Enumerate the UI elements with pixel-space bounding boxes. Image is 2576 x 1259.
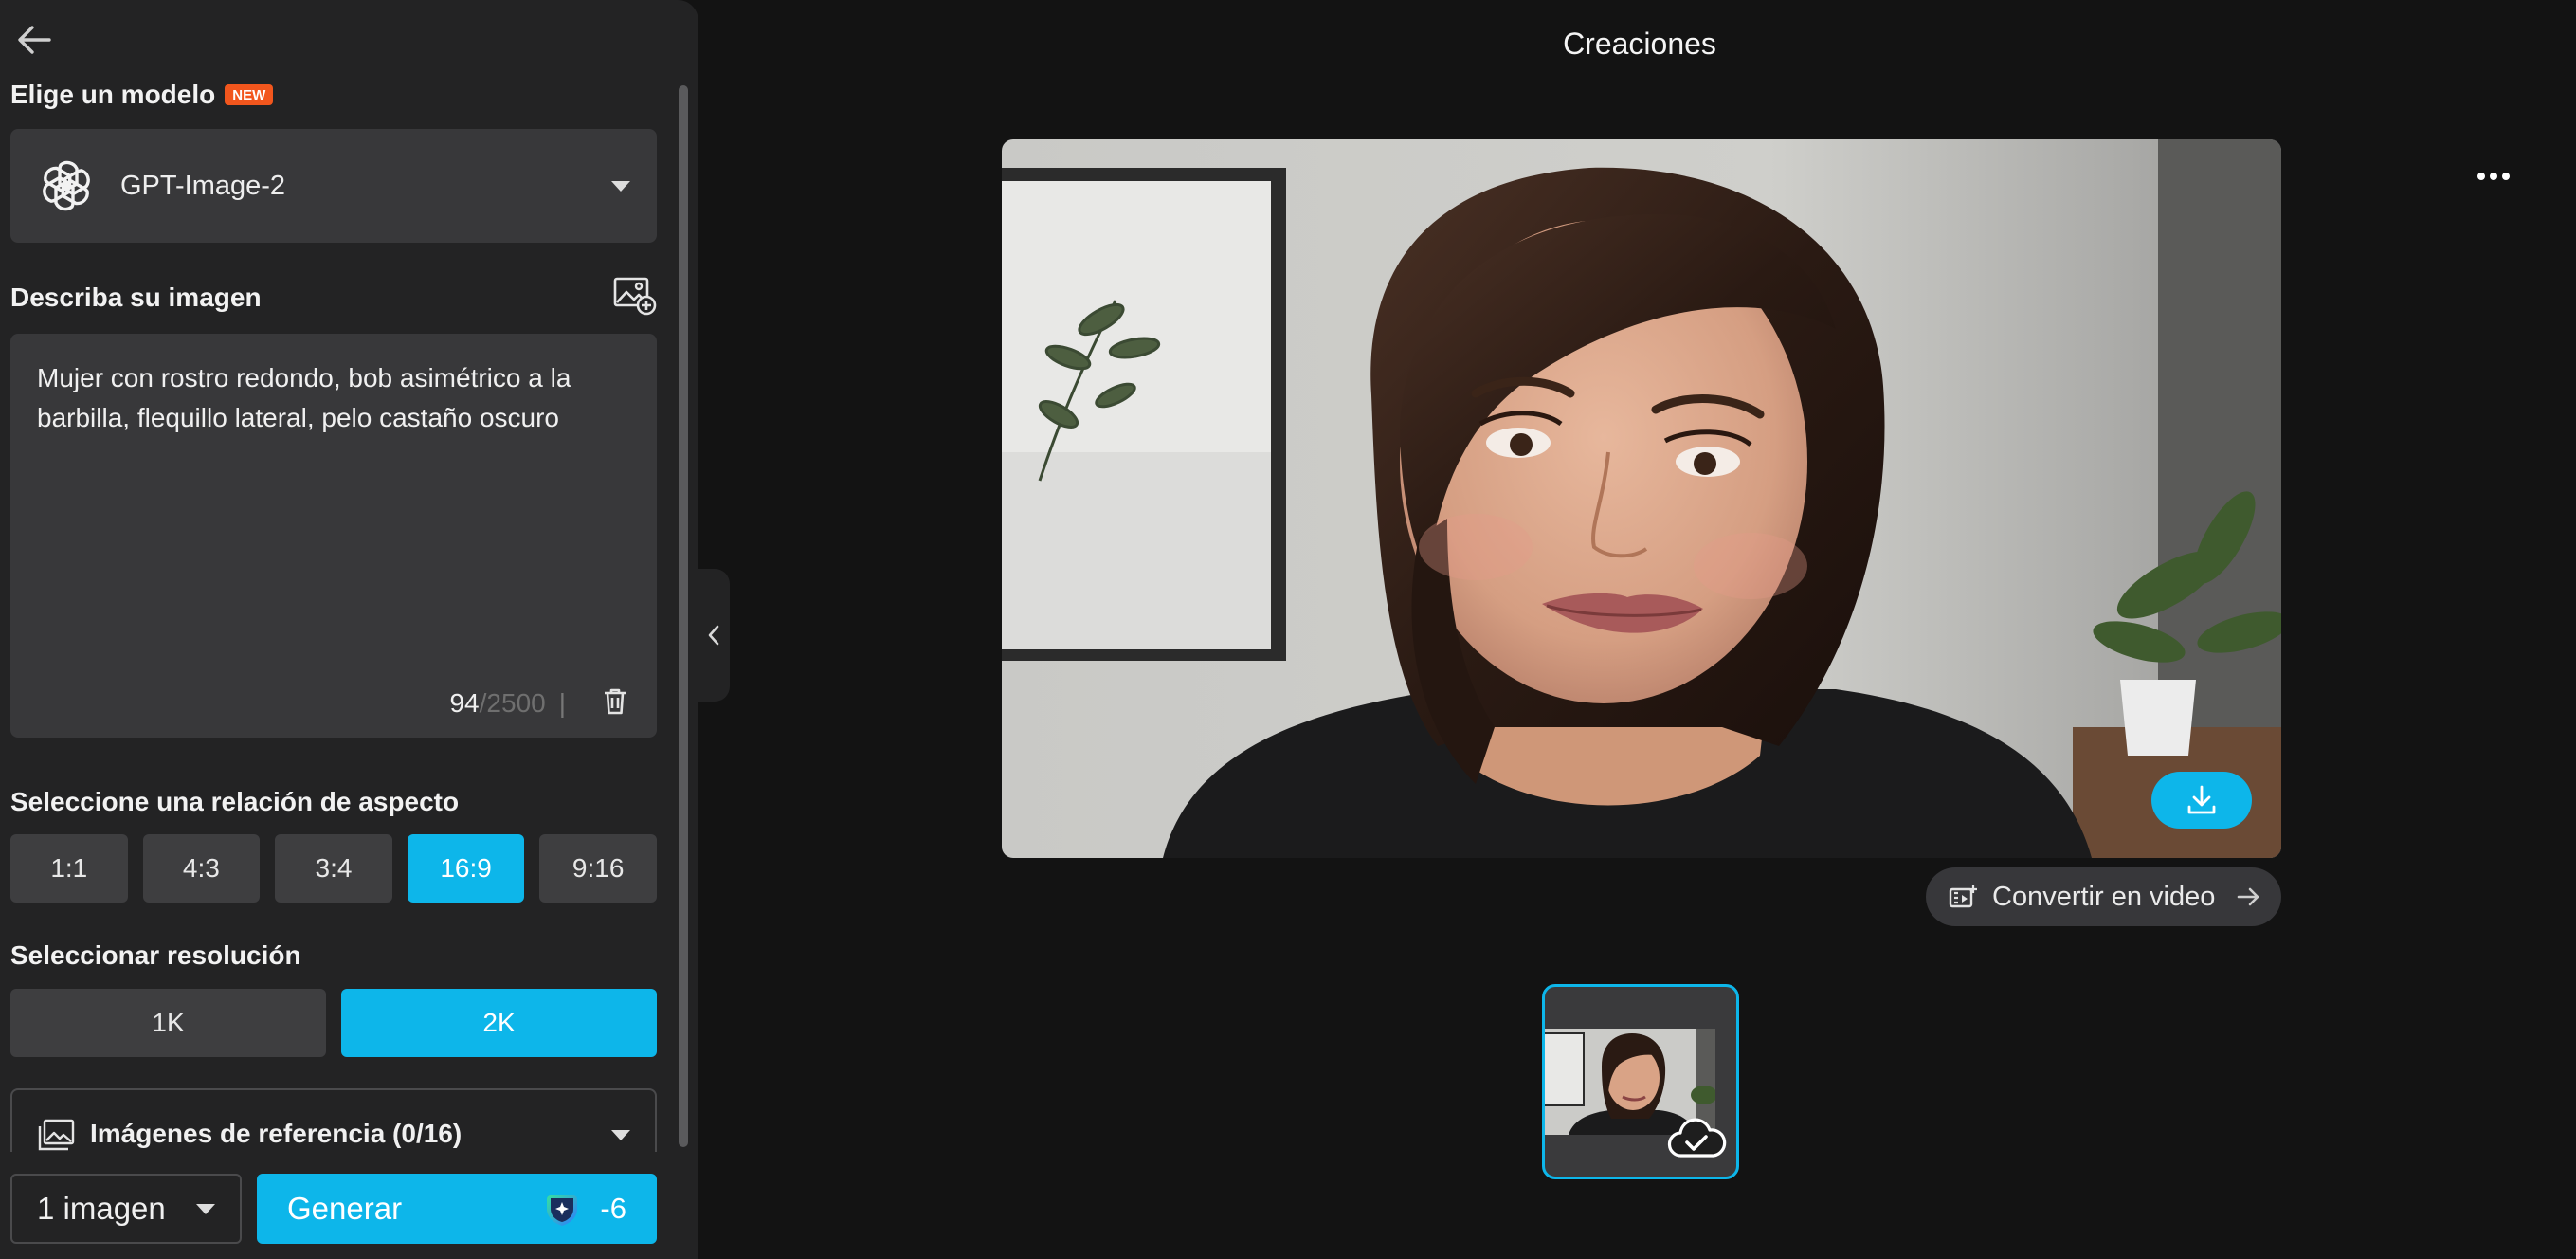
model-dropdown[interactable]: GPT-Image-2: [10, 129, 657, 243]
sidebar-scrollbar[interactable]: [677, 76, 690, 1157]
generated-image[interactable]: [1002, 139, 2281, 858]
convert-to-video-button[interactable]: Convertir en video: [1926, 867, 2281, 926]
aspect-3-4-button[interactable]: 3:4: [275, 834, 392, 903]
back-button[interactable]: [13, 19, 55, 61]
aspect-ratio-options: 1:1 4:3 3:4 16:9 9:16: [10, 834, 657, 903]
model-name: GPT-Image-2: [120, 170, 286, 201]
download-button[interactable]: [2151, 772, 2252, 829]
aspect-9-16-button[interactable]: 9:16: [539, 834, 657, 903]
prompt-text: Mujer con rostro redondo, bob asimétrico…: [37, 363, 571, 432]
reference-images-label: Imágenes de referencia (0/16): [90, 1119, 463, 1148]
resolution-section-label: Seleccionar resolución: [10, 940, 301, 970]
prompt-section-label: Describa su imagen: [10, 283, 262, 312]
chevron-left-icon: [708, 625, 719, 646]
creation-thumbnail[interactable]: [1542, 984, 1739, 1179]
image-count-value: 1 imagen: [37, 1191, 166, 1226]
image-count-dropdown[interactable]: 1 imagen: [10, 1174, 242, 1244]
char-count: 94: [449, 688, 480, 718]
collapse-sidebar-button[interactable]: [698, 569, 730, 702]
resolution-options: 1K 2K: [10, 989, 657, 1057]
chevron-down-icon: [611, 1130, 630, 1140]
arrow-right-icon: [2237, 887, 2259, 906]
openai-logo-icon: [43, 160, 90, 211]
images-icon: [38, 1119, 75, 1151]
image-add-icon: [613, 277, 657, 316]
generated-image-canvas: [1002, 139, 2281, 858]
prompt-textarea[interactable]: Mujer con rostro redondo, bob asimétrico…: [10, 334, 657, 738]
left-panel: Elige un modelo NEW GPT-Image-2 Describa …: [0, 0, 698, 1259]
more-horizontal-icon: [2477, 173, 2485, 180]
video-convert-icon: [1949, 885, 1977, 908]
resolution-2k-button[interactable]: 2K: [341, 989, 657, 1057]
aspect-1-1-button[interactable]: 1:1: [10, 834, 128, 903]
trash-icon: [605, 688, 626, 715]
cloud-check-icon: [1667, 1118, 1727, 1158]
chevron-down-icon: [196, 1203, 215, 1214]
add-image-button[interactable]: [612, 275, 658, 317]
model-section-label: Elige un modelo NEW: [10, 80, 274, 110]
chevron-down-icon: [611, 180, 630, 192]
aspect-section-label: Seleccione una relación de aspecto: [10, 787, 460, 816]
sidebar-scrollbar-thumb[interactable]: [679, 85, 688, 1147]
resolution-1k-button[interactable]: 1K: [10, 989, 326, 1057]
generate-label: Generar: [287, 1191, 403, 1226]
aspect-16-9-button[interactable]: 16:9: [407, 834, 525, 903]
credit-icon: [547, 1195, 578, 1226]
arrow-left-icon: [18, 26, 51, 54]
aspect-4-3-button[interactable]: 4:3: [142, 834, 261, 903]
page-title: Creaciones: [1563, 27, 1716, 61]
generate-button[interactable]: Generar -6: [257, 1174, 657, 1244]
clear-prompt-button[interactable]: [600, 686, 630, 717]
new-badge: NEW: [225, 84, 274, 105]
char-limit: /2500: [479, 688, 546, 718]
convert-to-video-label: Convertir en video: [1992, 881, 2216, 912]
more-options-button[interactable]: [2470, 159, 2517, 193]
download-icon: [2187, 785, 2216, 814]
counter-separator: |: [558, 688, 566, 718]
generate-cost: -6: [600, 1192, 626, 1225]
char-counter: 94/2500 |: [449, 688, 566, 719]
